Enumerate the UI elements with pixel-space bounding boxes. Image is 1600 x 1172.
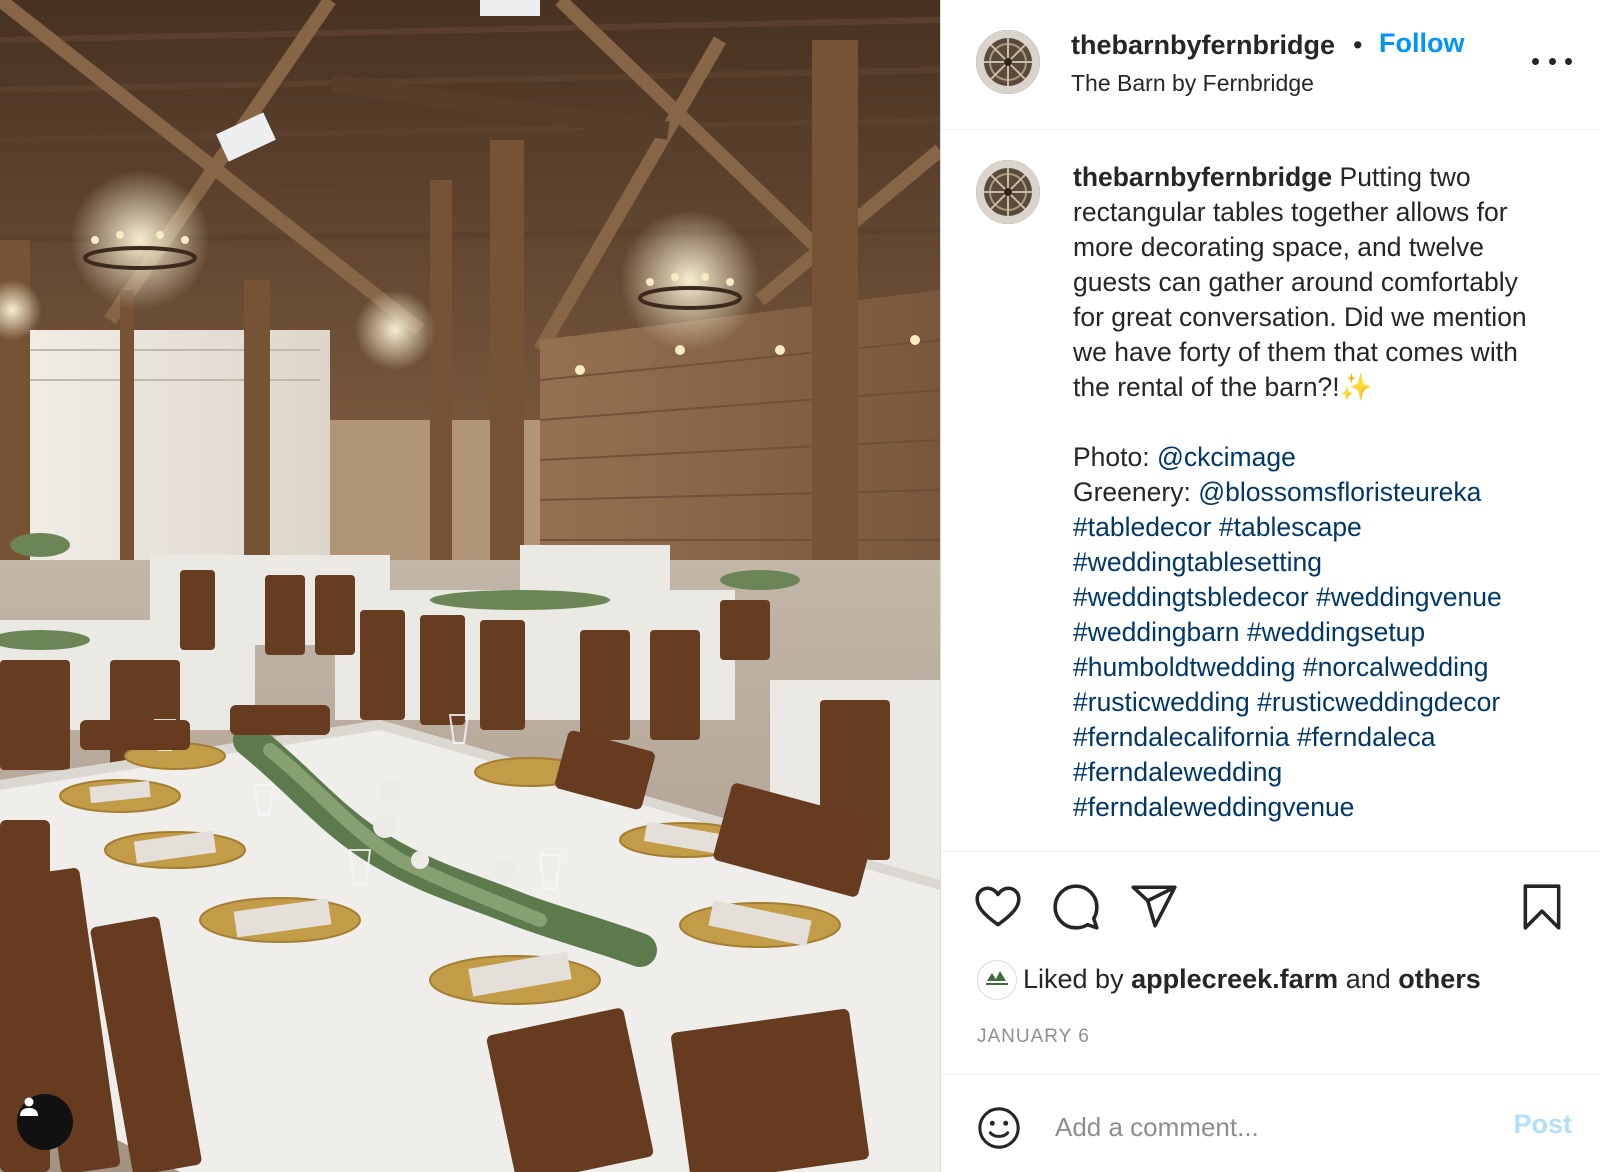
post-comment-button[interactable]: Post: [1513, 1109, 1572, 1140]
action-bar: [941, 852, 1600, 952]
heart-icon[interactable]: [973, 882, 1023, 932]
caption-line: for great conversation. Did we mention: [1073, 302, 1527, 332]
barn-wedding-photo: [0, 0, 940, 1172]
caption-line: more decorating space, and twelve: [1073, 232, 1484, 262]
hashtag-link[interactable]: #norcalwedding: [1303, 652, 1489, 682]
caption-text-segment: Putting two: [1339, 162, 1471, 192]
more-dot: [1548, 57, 1556, 65]
caption-username[interactable]: thebarnbyfernbridge: [1073, 162, 1332, 192]
follow-button[interactable]: Follow: [1379, 28, 1464, 59]
separator-dot: •: [1353, 30, 1363, 60]
more-dot: [1532, 57, 1539, 65]
post-photo[interactable]: [0, 0, 940, 1172]
mention-link[interactable]: @ckcimage: [1157, 442, 1296, 472]
photo-credit-label: Photo:: [1073, 442, 1157, 472]
hashtag-line: #humboldtwedding #norcalwedding: [1073, 650, 1573, 685]
avatar[interactable]: [976, 30, 1040, 94]
caption-text-segment: the rental of the barn?!: [1073, 372, 1340, 402]
smiley-icon[interactable]: [976, 1105, 1022, 1151]
hashtag-line: #tabledecor #tablescape: [1073, 510, 1573, 545]
more-dot: [1565, 57, 1572, 65]
caption-line: guests can gather around comfortably: [1073, 267, 1518, 297]
hashtag-link[interactable]: #weddingvenue: [1316, 582, 1502, 612]
photo-credit-line: Photo: @ckcimage: [1073, 440, 1573, 475]
post-side-panel: thebarnbyfernbridge • Follow The Barn by…: [940, 0, 1600, 1172]
hashtag-line: #ferndalewedding: [1073, 755, 1573, 790]
hashtag-link[interactable]: #ferndalecalifornia: [1073, 722, 1290, 752]
hashtag-link[interactable]: #weddingbarn: [1073, 617, 1240, 647]
location-link[interactable]: The Barn by Fernbridge: [1071, 70, 1314, 97]
user-tag-icon: [20, 1097, 38, 1116]
bookmark-icon[interactable]: [1517, 882, 1567, 932]
more-options-icon[interactable]: [1532, 46, 1572, 76]
hashtag-link[interactable]: #weddingtsbledecor: [1073, 582, 1309, 612]
hashtag-link[interactable]: #weddingtablesetting: [1073, 547, 1322, 577]
caption-line: the rental of the barn?!✨: [1073, 370, 1573, 405]
hashtag-link[interactable]: #humboldtwedding: [1073, 652, 1295, 682]
paper-plane-icon[interactable]: [1129, 882, 1179, 932]
hashtag-link[interactable]: #tabledecor: [1073, 512, 1212, 542]
liker-avatar[interactable]: [977, 960, 1017, 1000]
water-wheel-avatar: [976, 30, 1040, 94]
hashtag-link[interactable]: #ferndalewedding: [1073, 757, 1282, 787]
hashtag-link[interactable]: #rusticwedding: [1073, 687, 1250, 717]
hashtag-line: #rusticwedding #rusticweddingdecor: [1073, 685, 1573, 720]
caption-line: rectangular tables together allows for: [1073, 197, 1508, 227]
tagged-users-button[interactable]: [17, 1094, 73, 1150]
hashtag-line: #weddingtablesetting: [1073, 545, 1573, 580]
caption-text: thebarnbyfernbridge Putting two rectangu…: [1073, 160, 1573, 825]
hashtag-line: #weddingbarn #weddingsetup: [1073, 615, 1573, 650]
comment-bar: Post: [941, 1074, 1600, 1172]
likes-prefix: Liked by: [1023, 964, 1132, 994]
hashtag-link[interactable]: #ferndaleca: [1297, 722, 1436, 752]
sparkles-emoji: ✨: [1339, 372, 1373, 402]
water-wheel-avatar: [976, 160, 1040, 224]
hashtag-link[interactable]: #weddingsetup: [1247, 617, 1425, 647]
hashtag-list: #tabledecor #tablescape #weddingtablesett…: [1073, 510, 1573, 825]
mention-link[interactable]: @blossomsfloristeureka: [1198, 477, 1481, 507]
hashtag-link[interactable]: #ferndaleweddingvenue: [1073, 792, 1354, 822]
hashtag-line: #weddingtsbledecor #weddingvenue: [1073, 580, 1573, 615]
header-username[interactable]: thebarnbyfernbridge: [1071, 30, 1335, 61]
hashtag-link[interactable]: #tablescape: [1219, 512, 1362, 542]
farm-logo-avatar: [986, 971, 1008, 985]
hashtag-line: #ferndalecalifornia #ferndaleca: [1073, 720, 1573, 755]
greenery-credit-line: Greenery: @blossomsfloristeureka: [1073, 475, 1573, 510]
likes-summary: Liked by applecreek.farm and others: [941, 952, 1600, 1012]
post-header: thebarnbyfernbridge • Follow The Barn by…: [941, 0, 1600, 130]
likes-middle: and: [1338, 964, 1399, 994]
post-date: JANUARY 6: [941, 1012, 1600, 1074]
instagram-post: thebarnbyfernbridge • Follow The Barn by…: [0, 0, 1600, 1172]
hashtag-line: #ferndaleweddingvenue: [1073, 790, 1573, 825]
caption-area: thebarnbyfernbridge Putting two rectangu…: [941, 130, 1600, 852]
caption-avatar[interactable]: [976, 160, 1040, 224]
caption-line: we have forty of them that comes with: [1073, 337, 1518, 367]
likes-others-link[interactable]: others: [1398, 964, 1481, 994]
post-date-text[interactable]: JANUARY 6: [977, 1026, 1090, 1048]
liker-username[interactable]: applecreek.farm: [1131, 964, 1338, 994]
hashtag-link[interactable]: #rusticweddingdecor: [1257, 687, 1500, 717]
comment-bubble-icon[interactable]: [1051, 882, 1101, 932]
comment-input[interactable]: [1053, 1103, 1487, 1151]
greenery-credit-label: Greenery:: [1073, 477, 1199, 507]
caption-line: thebarnbyfernbridge Putting two: [1073, 160, 1573, 195]
likes-text: Liked by applecreek.farm and others: [1023, 964, 1481, 995]
